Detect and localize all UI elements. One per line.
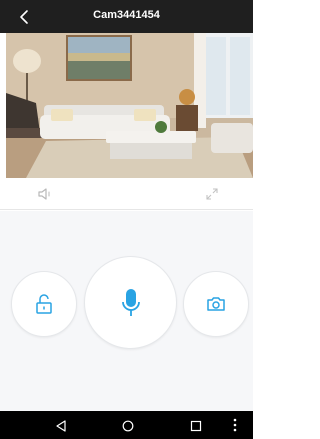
nav-recent-apps-button[interactable] <box>190 419 202 432</box>
video-frame-image <box>6 33 253 178</box>
speaker-button[interactable] <box>36 186 54 202</box>
nav-menu-button[interactable] <box>232 418 238 432</box>
top-bar: Cam3441454 <box>0 0 253 33</box>
talk-button[interactable] <box>84 256 177 349</box>
nav-back-icon <box>56 420 66 432</box>
speaker-icon <box>38 188 50 200</box>
snapshot-button[interactable] <box>183 271 249 337</box>
fullscreen-expand-icon <box>206 188 218 200</box>
video-controls-bar <box>0 178 253 210</box>
system-navigation-bar <box>0 411 253 439</box>
nav-menu-icon <box>233 418 237 432</box>
nav-home-icon <box>122 420 134 432</box>
camera-live-view-screen: Cam3441454 <box>0 0 253 439</box>
microphone-icon <box>121 288 140 316</box>
nav-back-button[interactable] <box>55 419 67 432</box>
camera-video-feed[interactable] <box>6 33 253 178</box>
unlock-icon <box>36 294 52 314</box>
camera-icon <box>207 297 225 311</box>
nav-recent-apps-icon <box>190 420 202 432</box>
nav-home-button[interactable] <box>122 419 134 432</box>
unlock-button[interactable] <box>11 271 77 337</box>
page-title: Cam3441454 <box>93 9 160 21</box>
fullscreen-button[interactable] <box>205 187 219 201</box>
